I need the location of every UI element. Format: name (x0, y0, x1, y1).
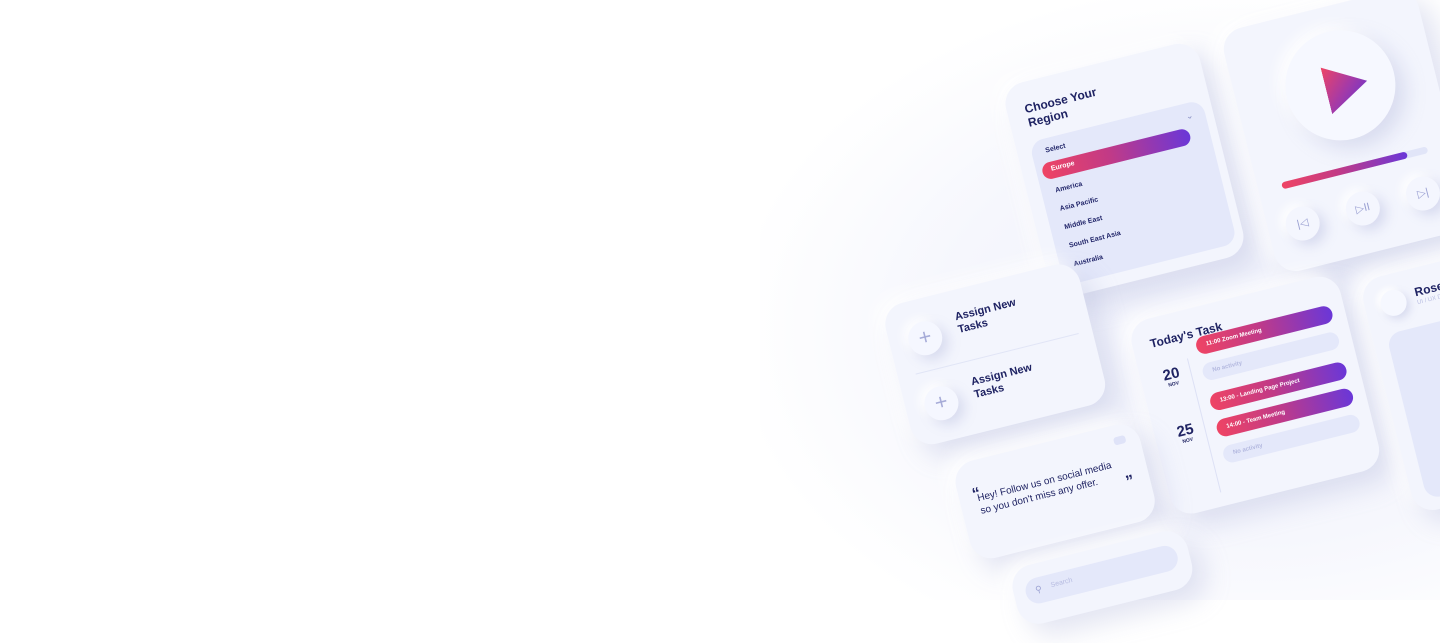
assign-task-label: Assign New Tasks (953, 296, 1018, 336)
play-icon (1321, 57, 1373, 114)
photo-upload-area[interactable] (1386, 291, 1440, 500)
next-button[interactable]: ▷| (1402, 172, 1440, 215)
todays-task-card: Today's Task 20 NOV 25 NOV 11:00 Zoom Me… (1126, 272, 1384, 519)
quote-text: Hey! Follow us on social media so you do… (976, 460, 1113, 517)
chevron-down-icon[interactable]: ⌄ (1185, 110, 1195, 122)
previous-button[interactable]: |◁ (1282, 202, 1324, 245)
region-option-selected[interactable]: Europe (1040, 127, 1193, 181)
region-options-panel: ⌄ Select Europe America Asia Pacific Mid… (1028, 99, 1238, 286)
avatar[interactable] (1377, 287, 1410, 319)
search-placeholder: Search (1050, 576, 1074, 590)
skip-previous-icon: |◁ (1295, 216, 1310, 231)
play-pause-button[interactable]: ▷II (1342, 187, 1384, 230)
region-option-label: Europe (1050, 160, 1076, 173)
progress-slider[interactable] (1281, 146, 1429, 190)
region-option[interactable]: South East Asia (1068, 230, 1121, 250)
region-option[interactable]: Australia (1073, 254, 1104, 268)
play-pause-icon: ▷II (1354, 200, 1372, 217)
media-player-card: |◁ ▷II ▷| (1219, 0, 1440, 276)
plus-icon[interactable]: + (904, 317, 946, 359)
task-date: 25 NOV (1169, 420, 1203, 448)
close-quote-icon: ” (1124, 472, 1136, 491)
progress-fill (1281, 151, 1409, 190)
quote-tag (1112, 434, 1127, 446)
plus-icon[interactable]: + (920, 382, 963, 424)
assign-task-label: Assign New Tasks (969, 361, 1034, 401)
task-date: 20 NOV (1155, 363, 1189, 391)
skip-next-icon: ▷| (1416, 186, 1430, 201)
region-option[interactable]: Asia Pacific (1059, 196, 1099, 212)
region-option[interactable]: Middle East (1064, 215, 1103, 231)
search-icon: ⚲ (1034, 583, 1044, 595)
assign-tasks-card: + Assign New Tasks + Assign New Tasks (880, 259, 1110, 449)
region-select-label[interactable]: Select (1045, 143, 1067, 155)
profile-card: Rose Stewart UI / UX Designer (1358, 233, 1440, 515)
play-button[interactable] (1273, 18, 1408, 152)
region-option[interactable]: America (1055, 181, 1084, 194)
region-title: Choose Your Region (1023, 84, 1098, 130)
region-dropdown-card: Choose Your Region ⌄ Select Europe Ameri… (1000, 39, 1249, 302)
